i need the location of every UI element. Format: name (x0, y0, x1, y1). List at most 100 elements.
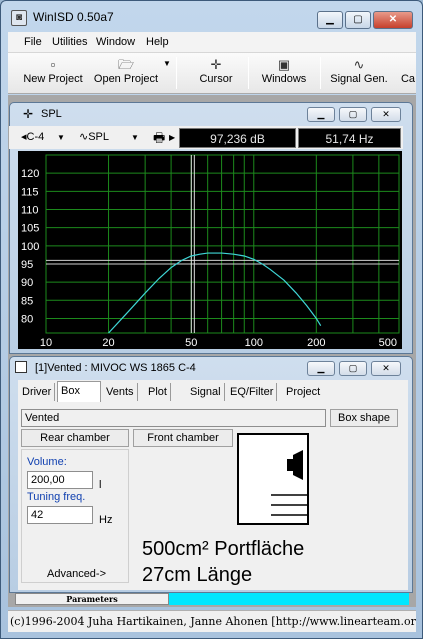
tab-eq-filter[interactable]: EQ/Filter (227, 383, 278, 401)
copyright-text: (c)1996-2004 Juha Hartikainen, Janne Aho… (10, 615, 416, 628)
sine-wave-icon: ∿ (353, 57, 365, 72)
box-diagram (237, 433, 309, 525)
x-tick-label: 50 (185, 337, 197, 349)
spl-close-button[interactable]: ✕ (371, 107, 401, 122)
menu-bar: File Utilities Window Help (8, 32, 416, 53)
y-tick-label: 80 (21, 313, 33, 325)
open-project-label: Open Project (93, 73, 159, 85)
y-tick-label: 110 (21, 204, 39, 216)
menu-file[interactable]: File (24, 36, 42, 48)
y-tick-label: 105 (21, 223, 39, 235)
cut-off-button[interactable]: Ca (400, 57, 416, 85)
main-window: ◙ WinISD 0.50a7 ▁ ▢ ✕ File Utilities Win… (0, 0, 423, 639)
y-tick-label: 100 (21, 241, 39, 253)
chevron-down-icon: ▼ (57, 133, 65, 142)
y-tick-label: 90 (21, 277, 33, 289)
spl-maximize-button[interactable]: ▢ (339, 107, 367, 122)
windows-icon: ▣ (277, 57, 291, 72)
port-length-note: 27cm Länge (142, 564, 253, 586)
box-window-icon (15, 361, 27, 373)
box-maximize-button[interactable]: ▢ (339, 361, 367, 376)
y-tick-label: 115 (21, 186, 39, 198)
y-tick-label: 85 (21, 295, 33, 307)
tab-vents[interactable]: Vents (103, 383, 138, 401)
new-project-button[interactable]: ▫ New Project (18, 57, 88, 85)
box-type-field: Vented (21, 409, 326, 427)
box-enclosure (237, 433, 309, 525)
box-close-button[interactable]: ✕ (371, 361, 401, 376)
cursor-button[interactable]: ✛ Cursor (192, 57, 240, 85)
x-tick-label: 500 (379, 337, 397, 349)
box-window-title: [1]Vented : MIVOC WS 1865 C-4 (35, 362, 196, 374)
window-title: WinISD 0.50a7 (33, 10, 114, 24)
volume-label: Volume: (27, 456, 67, 468)
readout-arrow-icon: ▶ (169, 133, 176, 142)
tab-signal[interactable]: Signal (187, 383, 225, 401)
status-progress (169, 593, 409, 605)
toolbar-separator (248, 57, 249, 89)
spl-readout-db: 97,236 dB (179, 128, 296, 148)
plot-border (45, 154, 400, 334)
windows-label: Windows (261, 73, 307, 85)
tab-box[interactable]: Box (57, 381, 101, 402)
tab-plot[interactable]: Plot (145, 383, 171, 401)
windows-button[interactable]: ▣ Windows (256, 57, 312, 85)
spl-minimize-button[interactable]: ▁ (307, 107, 335, 122)
x-tick-label: 100 (245, 337, 263, 349)
spl-window-title: SPL (41, 108, 62, 120)
tuning-unit: Hz (99, 514, 113, 526)
menu-utilities[interactable]: Utilities (52, 36, 87, 48)
signal-gen-button[interactable]: ∿ Signal Gen. (328, 57, 390, 85)
new-file-icon: ▫ (50, 57, 56, 72)
maximize-button[interactable]: ▢ (345, 11, 371, 29)
menu-help[interactable]: Help (146, 36, 169, 48)
spl-window-icon: ✛ (23, 107, 34, 121)
spl-chart: 80 85 90 95 100 105 110 115 120 10 20 50 100 200 500 (18, 151, 402, 349)
rear-chamber-button[interactable]: Rear chamber (21, 429, 129, 447)
status-bar: (c)1996-2004 Juha Hartikainen, Janne Aho… (8, 610, 416, 632)
sine-wave-icon: ∿ (79, 131, 89, 143)
x-tick-label: 10 (40, 337, 52, 349)
tuning-input[interactable]: 42 (27, 506, 93, 524)
minimize-button[interactable]: ▁ (317, 11, 343, 29)
parameters-label: Parameters (66, 594, 118, 604)
parameters-panel: Parameters (15, 593, 169, 605)
x-tick-label: 20 (102, 337, 114, 349)
port-area-note: 500cm² Portfläche (142, 538, 305, 560)
close-button[interactable]: ✕ (373, 11, 413, 29)
x-tick-label: 200 (307, 337, 325, 349)
folder-icon: 🗁 (117, 57, 135, 72)
box-shape-button[interactable]: Box shape (330, 409, 398, 427)
tuning-label: Tuning freq. (27, 491, 86, 503)
print-icon[interactable]: 🖶 (153, 129, 165, 151)
open-project-dropdown-icon[interactable]: ▼ (163, 59, 171, 68)
open-project-button[interactable]: 🗁 Open Project (90, 57, 162, 85)
cut-off-label: Ca (400, 73, 416, 85)
y-tick-label: 95 (21, 259, 33, 271)
y-tick-label: 120 (21, 168, 39, 180)
front-chamber-button[interactable]: Front chamber (133, 429, 233, 447)
crosshair-icon: ✛ (210, 57, 222, 72)
app-icon: ◙ (11, 10, 27, 26)
tab-project[interactable]: Project (283, 383, 324, 401)
speaker-magnet (287, 459, 295, 471)
volume-input[interactable]: 200,00 (27, 471, 93, 489)
spl-readout-hz: 51,74 Hz (298, 128, 401, 148)
toolbar: ▫ New Project 🗁 Open Project ▼ ✛ Cursor … (8, 53, 416, 94)
volume-unit: l (99, 479, 102, 491)
cursor-label: Cursor (199, 73, 233, 85)
toolbar-separator (320, 57, 321, 89)
toolbar-icon (400, 57, 416, 73)
signal-gen-label: Signal Gen. (330, 73, 388, 85)
graph-type-value: SPL (88, 131, 110, 143)
spl-curve (108, 252, 322, 334)
driver-select[interactable]: ◂C-4 ▼ (21, 129, 69, 146)
menu-window[interactable]: Window (96, 36, 135, 48)
box-minimize-button[interactable]: ▁ (307, 361, 335, 376)
tab-driver[interactable]: Driver (19, 383, 56, 401)
toolbar-separator (176, 57, 177, 89)
chevron-down-icon: ▼ (131, 133, 139, 142)
driver-select-value: C-4 (26, 131, 45, 143)
graph-type-select[interactable]: ∿SPL ▼ (79, 129, 141, 146)
advanced-button[interactable]: Advanced-> (47, 568, 106, 580)
